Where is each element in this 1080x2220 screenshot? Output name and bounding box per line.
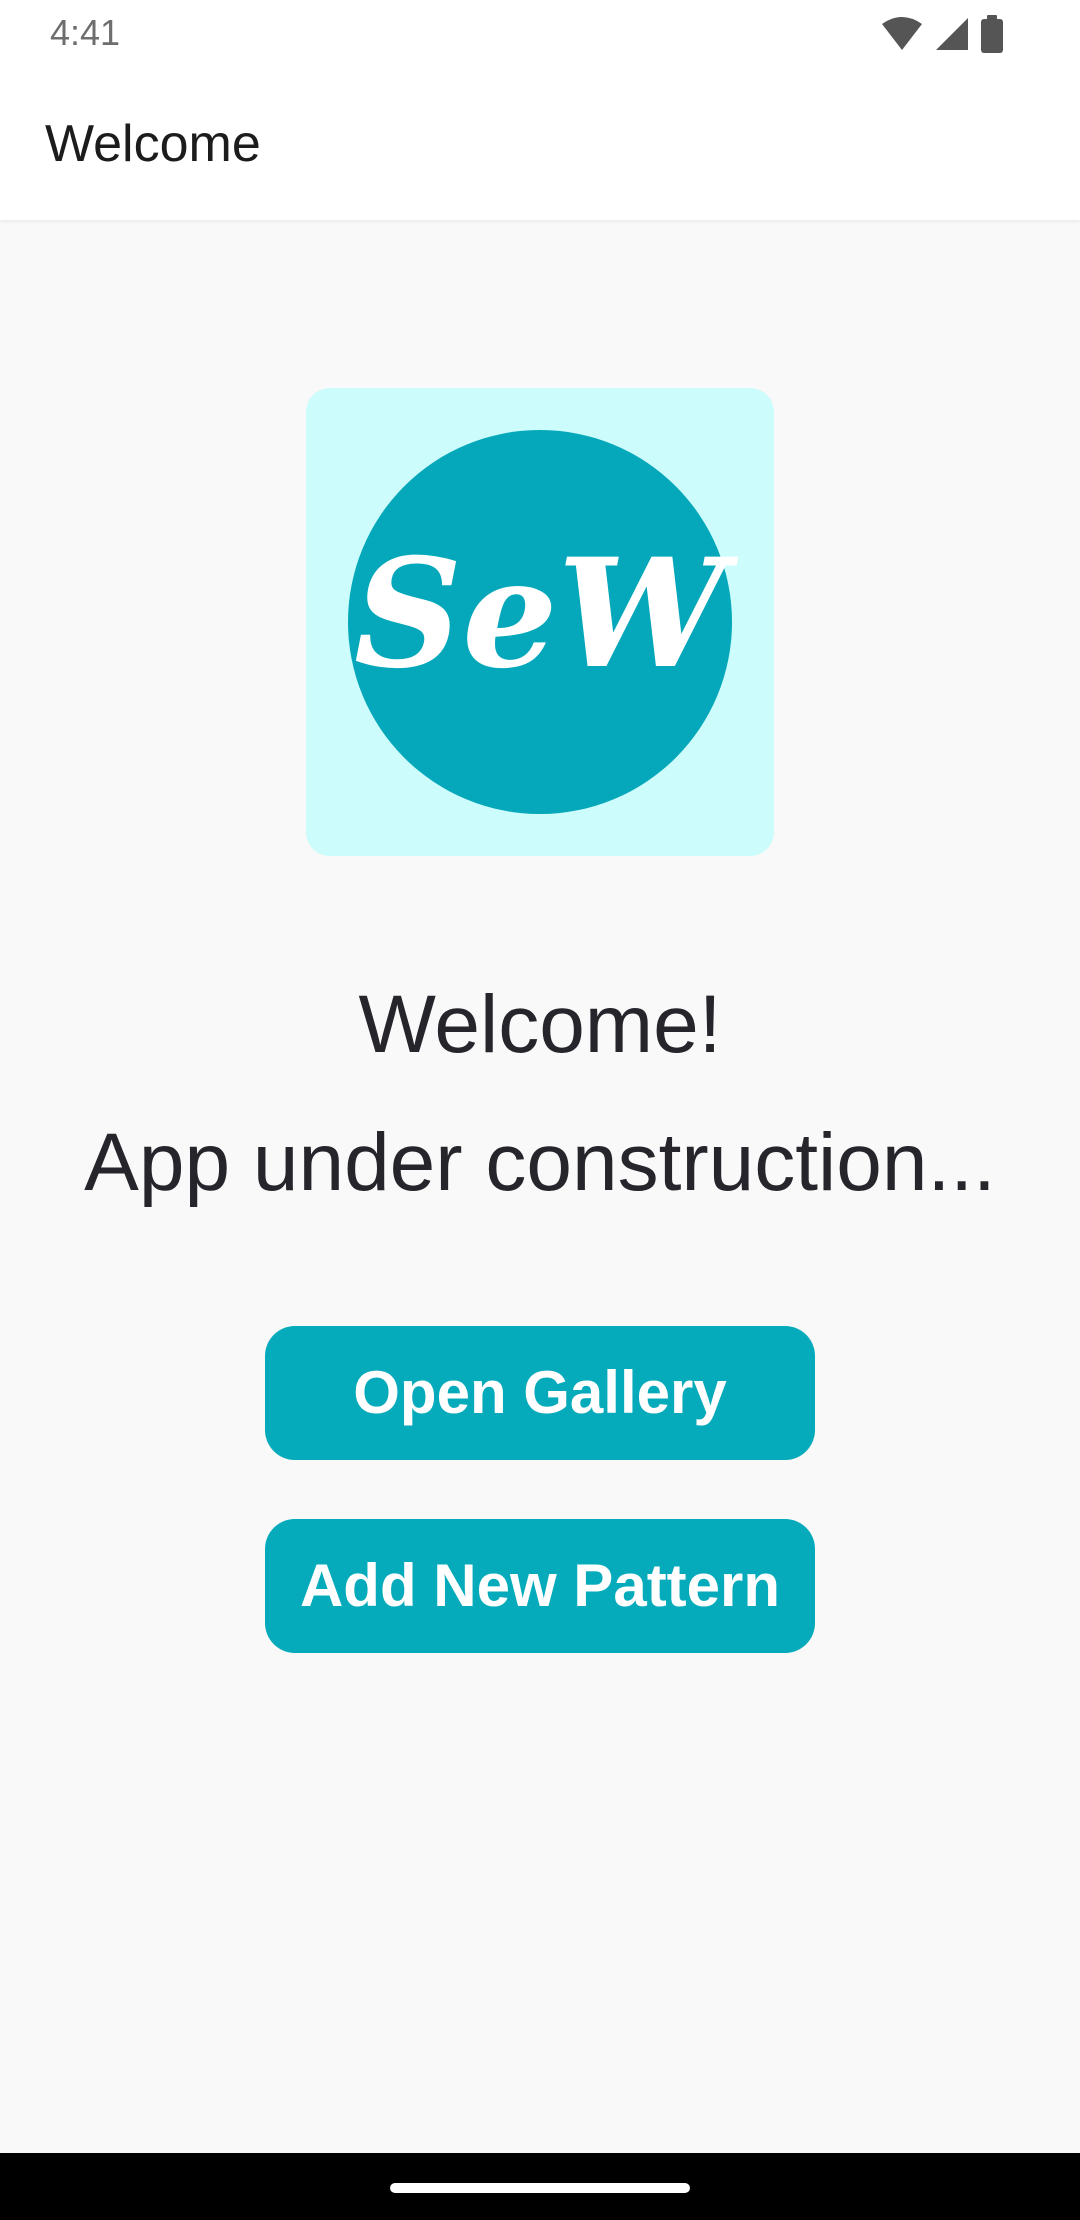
navigation-bar xyxy=(0,2153,1080,2220)
status-bar: 4:41 xyxy=(0,0,1080,66)
battery-icon xyxy=(981,15,1003,53)
wifi-icon xyxy=(882,17,922,50)
add-new-pattern-button[interactable]: Add New Pattern xyxy=(265,1519,815,1653)
logo-text: SeW xyxy=(354,526,739,702)
status-time: 4:41 xyxy=(50,12,121,53)
app-bar-title: Welcome xyxy=(45,115,261,173)
app-bar: Welcome xyxy=(0,66,1080,220)
open-gallery-button[interactable]: Open Gallery xyxy=(265,1326,815,1460)
cellular-signal-icon xyxy=(936,18,968,50)
sew-logo-graphic: SeW xyxy=(348,430,739,814)
home-handle[interactable] xyxy=(390,2183,690,2193)
welcome-subtitle: App under construction... xyxy=(84,1117,996,1208)
welcome-title: Welcome! xyxy=(358,979,722,1070)
sew-logo: SeW xyxy=(306,388,774,856)
status-icons xyxy=(880,15,1004,53)
